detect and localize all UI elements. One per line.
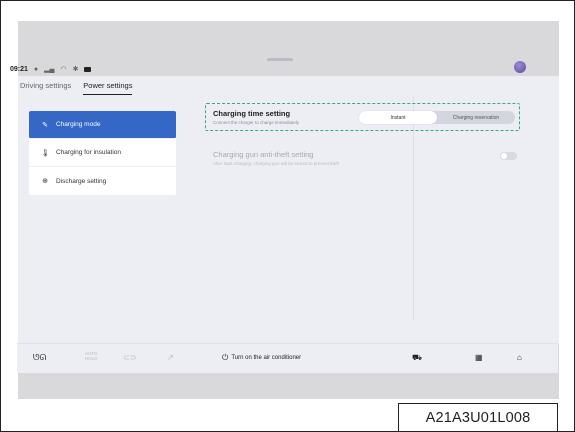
anti-theft-title: Charging gun anti-theft setting: [213, 150, 314, 159]
home-icon[interactable]: ⌂: [517, 353, 522, 362]
car-outline-icon[interactable]: ⊂⊃: [123, 353, 136, 362]
sidebar-item-charging-mode[interactable]: ✎ Charging mode: [29, 111, 176, 139]
wiper-icon[interactable]: ↗: [167, 353, 174, 362]
instant-option[interactable]: Instant: [359, 111, 437, 124]
signal-icon: ▂▄: [44, 66, 55, 73]
auto-hold-button[interactable]: AUTO HOLD: [85, 351, 98, 361]
anti-theft-toggle[interactable]: [500, 152, 517, 160]
air-conditioner-label: Turn on the air conditioner: [231, 355, 302, 361]
charging-time-selector: Instant Charging reservation: [359, 111, 515, 124]
air-conditioner-button[interactable]: ⏻ Turn on the air conditioner: [222, 353, 301, 363]
charging-time-subtitle: Connect the charger to charge immediatel…: [213, 120, 300, 125]
tab-power-settings[interactable]: Power settings: [83, 81, 133, 95]
apps-grid-icon[interactable]: ▦: [475, 353, 483, 362]
charging-reservation-option[interactable]: Charging reservation: [437, 111, 515, 124]
plug-icon: ✎: [42, 121, 48, 129]
thermometer-icon: 🌡︎: [41, 149, 50, 157]
defrost-icon[interactable]: ᘎᘏ: [33, 353, 46, 363]
status-time: 09:21: [10, 65, 28, 73]
battery-icon: [84, 66, 92, 72]
wifi-icon: ◠: [60, 66, 67, 73]
location-icon: ●: [33, 65, 39, 73]
hold-label: HOLD: [85, 356, 98, 361]
power-icon: ⏻: [222, 353, 229, 362]
settings-tabs: Driving settings Power settings: [20, 81, 133, 95]
anti-theft-subtitle: After start charging, charging gun will …: [213, 161, 339, 166]
discharge-icon: ⊕: [42, 178, 48, 185]
sidebar-item-charging-for-insulation[interactable]: 🌡︎ Charging for insulation: [29, 139, 176, 167]
vehicle-icon[interactable]: ⛟: [412, 353, 422, 363]
bottom-dock: ᘎᘏ AUTO HOLD ⊂⊃ ↗ ⏻ Turn on the air cond…: [17, 343, 558, 373]
power-settings-sidebar: ✎ Charging mode 🌡︎ Charging for insulati…: [29, 111, 176, 195]
sidebar-item-discharge-setting[interactable]: ⊕ Discharge setting: [29, 167, 176, 195]
sidebar-item-label: Charging mode: [56, 121, 101, 128]
charging-mode-content: Charging time setting Connect the charge…: [205, 103, 520, 323]
avatar[interactable]: [514, 61, 526, 73]
sidebar-item-label: Discharge setting: [56, 177, 107, 185]
pull-down-handle[interactable]: [267, 58, 293, 61]
figure-code: A21A3U01L008: [398, 403, 558, 432]
sidebar-item-label: Charging for insulation: [56, 149, 122, 156]
status-bar: 09:21 ● ▂▄ ◠ ✱: [10, 63, 92, 75]
bluetooth-icon: ✱: [72, 66, 79, 73]
charging-time-title: Charging time setting: [213, 109, 291, 118]
tab-driving-settings[interactable]: Driving settings: [20, 81, 71, 95]
toggle-knob: [501, 153, 507, 159]
